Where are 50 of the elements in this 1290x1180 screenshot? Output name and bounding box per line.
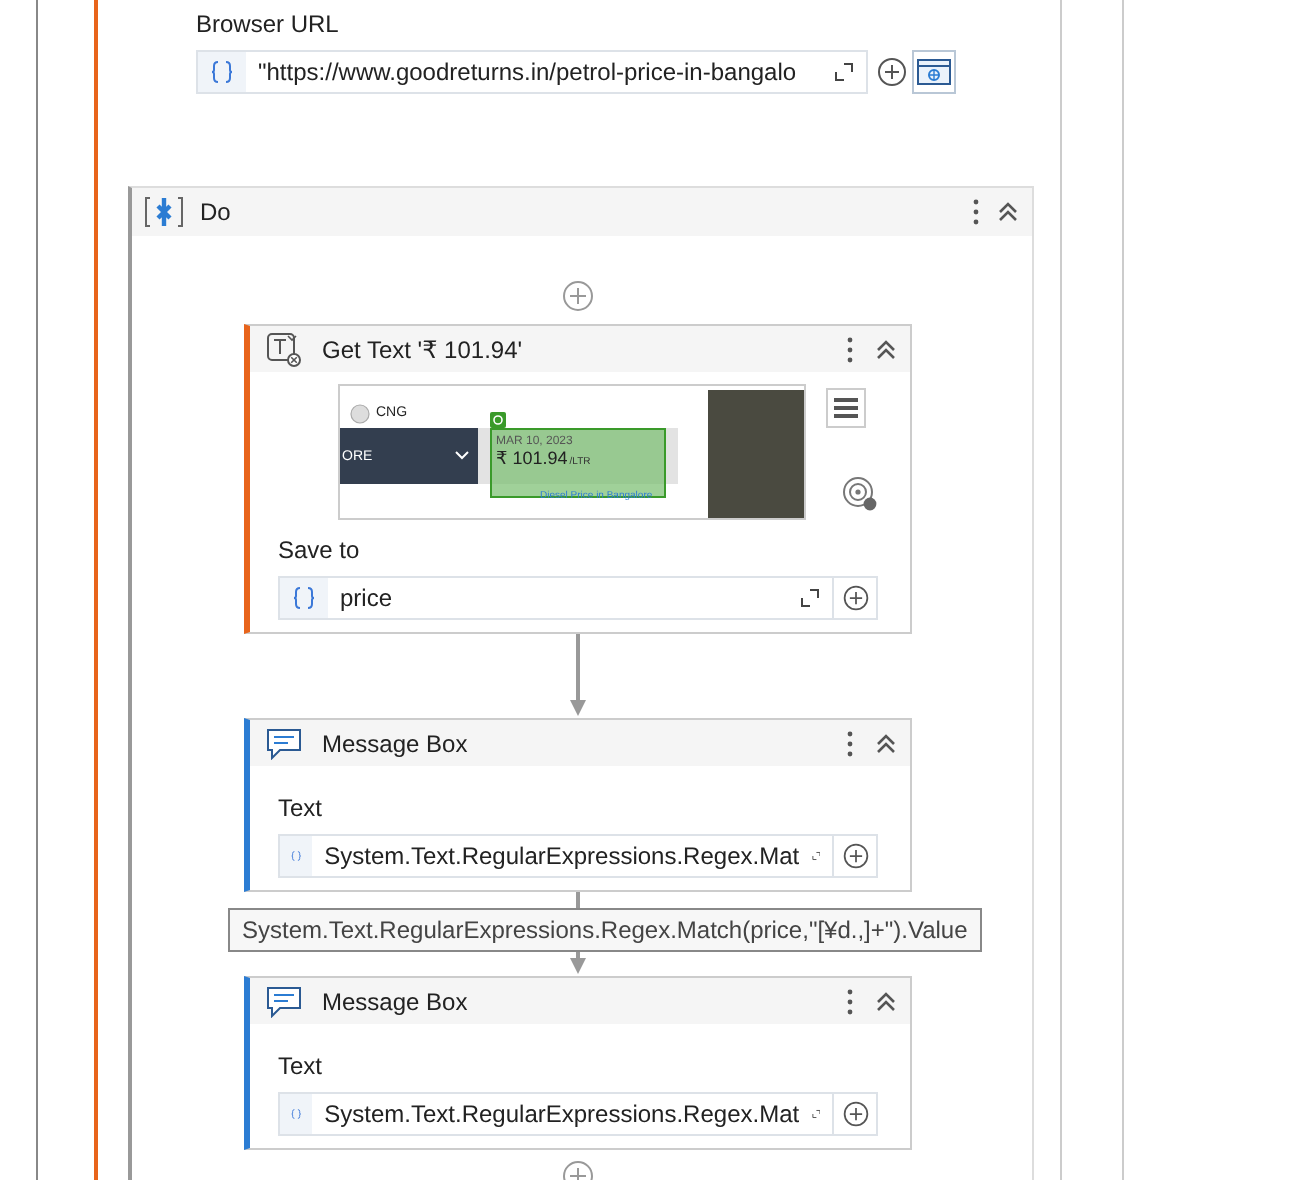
message-icon [266, 985, 302, 1017]
expand-icon[interactable] [811, 846, 820, 866]
expand-icon[interactable] [800, 588, 820, 608]
add-icon[interactable] [841, 584, 869, 612]
activity-title: Message Box [322, 987, 468, 1015]
add-activity-icon[interactable] [562, 280, 594, 312]
container-title: Do [200, 198, 231, 226]
radio-icon [350, 404, 370, 424]
field-label: Browser URL [196, 10, 341, 38]
add-icon[interactable] [841, 1100, 869, 1128]
collapse-icon[interactable] [874, 337, 898, 361]
collapse-icon[interactable] [874, 731, 898, 755]
braces-icon [198, 52, 246, 92]
field-value: price [338, 584, 395, 612]
field-label: Text [278, 1052, 325, 1080]
collapse-icon[interactable] [874, 989, 898, 1013]
activity-title: Get Text '₹ 101.94' [322, 335, 523, 363]
add-icon[interactable] [841, 842, 869, 870]
url-value: "https://www.goodreturns.in/petrol-price-in-bangalo [256, 58, 799, 86]
browser-window-icon[interactable] [912, 50, 956, 94]
add-icon[interactable] [876, 56, 908, 88]
get-text-icon [266, 331, 302, 367]
field-value: System.Text.RegularExpressions.Regex.Mat [322, 842, 800, 870]
collapse-icon[interactable] [996, 200, 1020, 224]
field-label: Text [278, 794, 325, 822]
url-field[interactable]: "https://www.goodreturns.in/petrol-price-in-bangalo [196, 50, 868, 94]
target-icon[interactable] [842, 476, 878, 512]
more-options-icon[interactable] [846, 987, 854, 1015]
more-options-icon[interactable] [846, 335, 854, 363]
braces-icon [280, 836, 313, 876]
tooltip: System.Text.RegularExpressions.Regex.Match(price,"[¥d.,]+").Value [228, 908, 982, 952]
menu-icon[interactable] [826, 388, 866, 428]
message-icon [266, 727, 302, 759]
expression-field[interactable]: price [278, 576, 834, 620]
braces-icon [280, 578, 328, 618]
activity-title: Message Box [322, 729, 468, 757]
expand-icon[interactable] [811, 1104, 820, 1124]
chevron-icon [454, 450, 470, 462]
photo-placeholder [708, 390, 804, 518]
field-value: System.Text.RegularExpressions.Regex.Mat [322, 1100, 800, 1128]
more-options-icon[interactable] [846, 729, 854, 757]
price-text: ₹ 101.94 [496, 448, 568, 470]
sequence-icon [144, 194, 184, 230]
expression-field[interactable]: System.Text.RegularExpressions.Regex.Mat [278, 1092, 834, 1136]
braces-icon [280, 1094, 313, 1134]
more-options-icon[interactable] [972, 198, 980, 226]
field-label: Save to [278, 536, 362, 564]
expand-icon[interactable] [834, 62, 854, 82]
connector-arrow [568, 634, 588, 718]
expression-field[interactable]: System.Text.RegularExpressions.Regex.Mat [278, 834, 834, 878]
